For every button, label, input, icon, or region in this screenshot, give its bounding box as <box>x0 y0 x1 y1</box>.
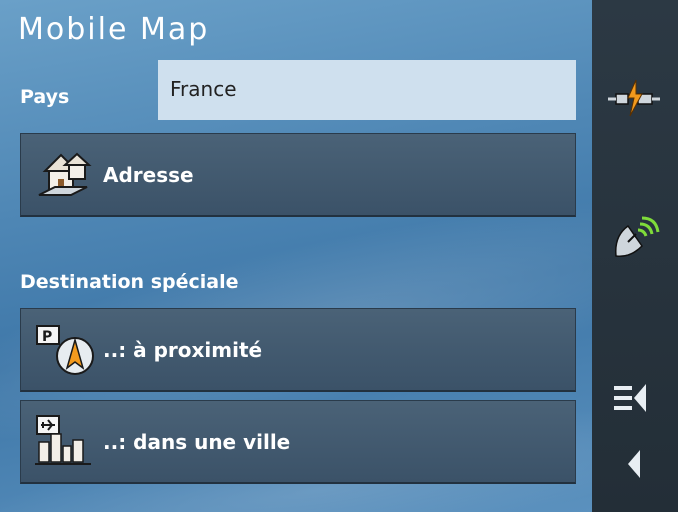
app-title: Mobile Map <box>18 12 210 47</box>
satellite-gps-icon[interactable] <box>606 216 662 260</box>
country-label: Pays <box>20 86 70 108</box>
city-airport-icon <box>35 414 91 465</box>
address-button[interactable]: Adresse <box>20 133 576 217</box>
nearby-label: ..: à proximité <box>103 337 263 362</box>
menu-back-icon[interactable] <box>606 378 662 422</box>
right-sidebar <box>592 0 678 512</box>
special-destination-label: Destination spéciale <box>20 271 239 293</box>
power-plug-icon[interactable] <box>606 76 662 120</box>
address-label: Adresse <box>103 162 194 187</box>
mobile-map-screen: Mobile Map Pays France Adresse Destinati… <box>0 0 678 512</box>
poi-compass-icon: P <box>36 324 94 375</box>
nearby-button[interactable]: P ..: à proximité <box>20 308 576 392</box>
back-arrow-icon[interactable] <box>606 442 662 486</box>
country-field[interactable]: France <box>158 60 576 120</box>
in-city-button[interactable]: ..: dans une ville <box>20 400 576 484</box>
svg-text:P: P <box>42 329 52 345</box>
house-icon <box>38 152 92 196</box>
main-panel: Mobile Map Pays France Adresse Destinati… <box>0 0 592 512</box>
in-city-label: ..: dans une ville <box>103 429 291 454</box>
